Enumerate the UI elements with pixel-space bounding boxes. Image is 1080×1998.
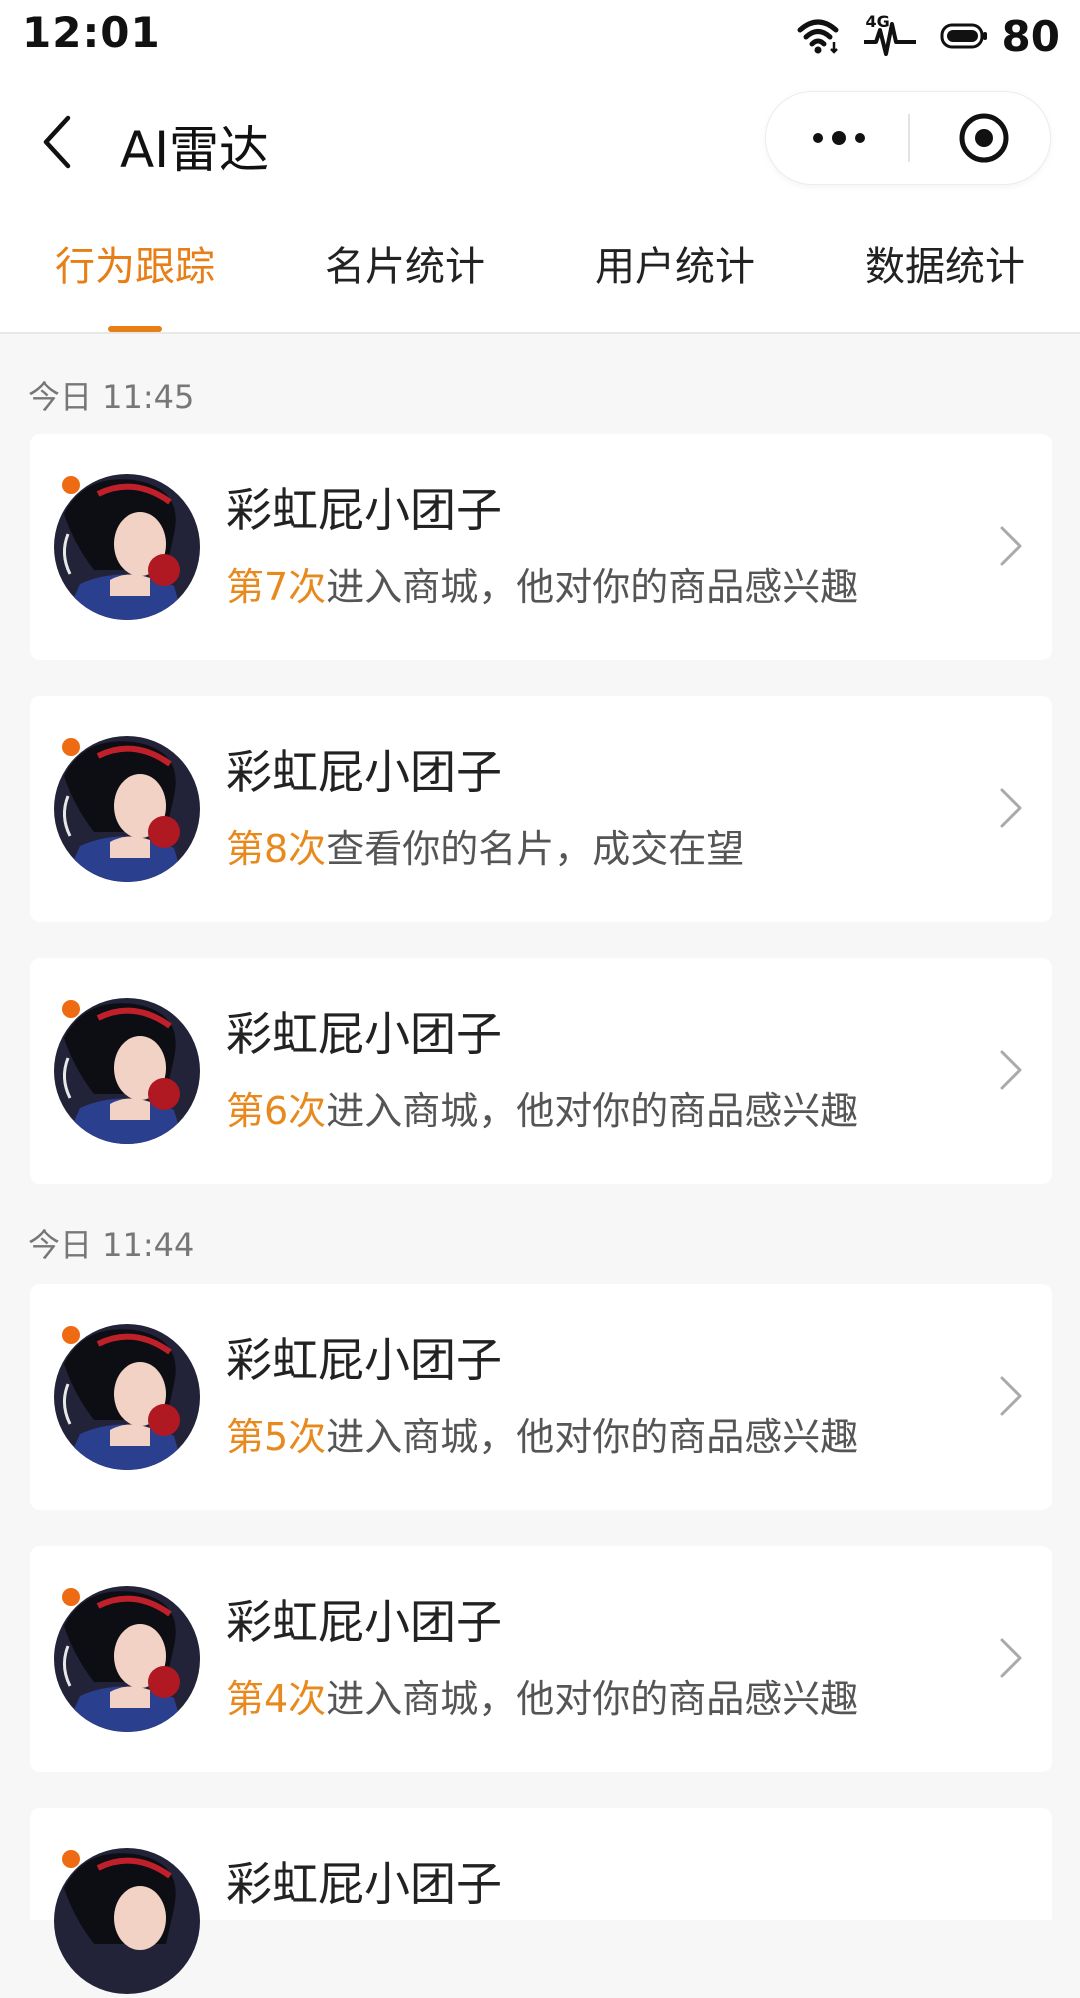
chevron-right-icon [1000,788,1022,828]
section-time: 今日 11:44 [28,1226,195,1264]
battery-icon [940,23,987,49]
activity-card[interactable]: 彩虹屁小团子 第8次查看你的名片，成交在望 [30,696,1052,922]
tab-bar: 行为跟踪 名片统计 用户统计 数据统计 [0,212,1080,334]
activity-text: 进入商城，他对你的商品感兴趣 [326,1677,859,1721]
more-icon[interactable] [804,118,874,158]
navigation-bar: AI雷达 [0,72,1080,212]
tab-label: 数据统计 [865,244,1025,290]
activity-card[interactable]: 彩虹屁小团子 第7次进入商城，他对你的商品感兴趣 [30,434,1052,660]
user-name: 彩虹屁小团子 [226,1857,502,1911]
visit-count: 第8次 [226,827,327,871]
chevron-right-icon [1000,526,1022,566]
tab-data-stats[interactable]: 数据统计 [810,212,1080,332]
avatar [54,736,200,882]
avatar-image [54,736,200,882]
unread-dot [62,1000,80,1018]
tab-label: 行为跟踪 [55,244,215,290]
status-icons: 4G 80 [796,10,1060,62]
status-bar: 12:01 4G 80 [0,0,1080,72]
active-tab-indicator [108,326,162,332]
capsule-divider [908,114,910,162]
avatar-image [54,1324,200,1470]
wifi-icon [797,19,839,54]
visit-count: 第5次 [226,1415,327,1459]
avatar-image [54,474,200,620]
user-name: 彩虹屁小团子 [226,1333,502,1387]
visit-count: 第7次 [226,565,327,609]
visit-count: 第6次 [226,1089,327,1133]
activity-description: 第6次进入商城，他对你的商品感兴趣 [226,1080,858,1135]
activity-text: 查看你的名片，成交在望 [326,827,745,871]
chevron-right-icon [1000,1050,1022,1090]
avatar [54,1848,200,1994]
status-time: 12:01 [22,8,161,57]
activity-card[interactable]: 彩虹屁小团子 [30,1808,1052,1994]
tab-behavior-tracking[interactable]: 行为跟踪 [0,212,270,332]
unread-dot [62,1850,80,1868]
signal-4g-icon: 4G [862,12,918,58]
chevron-right-icon [1000,1376,1022,1416]
user-name: 彩虹屁小团子 [226,745,502,799]
avatar-image [54,1848,200,1994]
activity-text: 进入商城，他对你的商品感兴趣 [326,565,859,609]
tab-user-stats[interactable]: 用户统计 [540,212,810,332]
user-name: 彩虹屁小团子 [226,1007,502,1061]
avatar [54,1324,200,1470]
activity-description: 第8次查看你的名片，成交在望 [226,818,744,873]
visit-count: 第4次 [226,1677,327,1721]
avatar [54,474,200,620]
activity-description: 第5次进入商城，他对你的商品感兴趣 [226,1406,858,1461]
tab-label: 名片统计 [325,244,485,290]
tab-card-stats[interactable]: 名片统计 [270,212,540,332]
unread-dot [62,738,80,756]
avatar-image [54,998,200,1144]
chevron-right-icon [1000,1638,1022,1678]
avatar [54,998,200,1144]
unread-dot [62,476,80,494]
activity-description: 第4次进入商城，他对你的商品感兴趣 [226,1668,858,1723]
back-icon[interactable] [38,112,78,172]
user-name: 彩虹屁小团子 [226,1595,502,1649]
unread-dot [62,1588,80,1606]
activity-text: 进入商城，他对你的商品感兴趣 [326,1415,859,1459]
avatar [54,1586,200,1732]
activity-card[interactable]: 彩虹屁小团子 第6次进入商城，他对你的商品感兴趣 [30,958,1052,1184]
miniprogram-capsule [766,92,1050,184]
page-title: AI雷达 [120,121,269,179]
activity-card[interactable]: 彩虹屁小团子 第5次进入商城，他对你的商品感兴趣 [30,1284,1052,1510]
battery-level: 80 [1001,11,1060,61]
user-name: 彩虹屁小团子 [226,483,502,537]
activity-text: 进入商城，他对你的商品感兴趣 [326,1089,859,1133]
section-time: 今日 11:45 [28,378,195,416]
activity-card[interactable]: 彩虹屁小团子 第4次进入商城，他对你的商品感兴趣 [30,1546,1052,1772]
tab-label: 用户统计 [595,244,755,290]
avatar-image [54,1586,200,1732]
activity-description: 第7次进入商城，他对你的商品感兴趣 [226,556,858,611]
unread-dot [62,1326,80,1344]
close-miniprogram-icon[interactable] [956,110,1012,166]
